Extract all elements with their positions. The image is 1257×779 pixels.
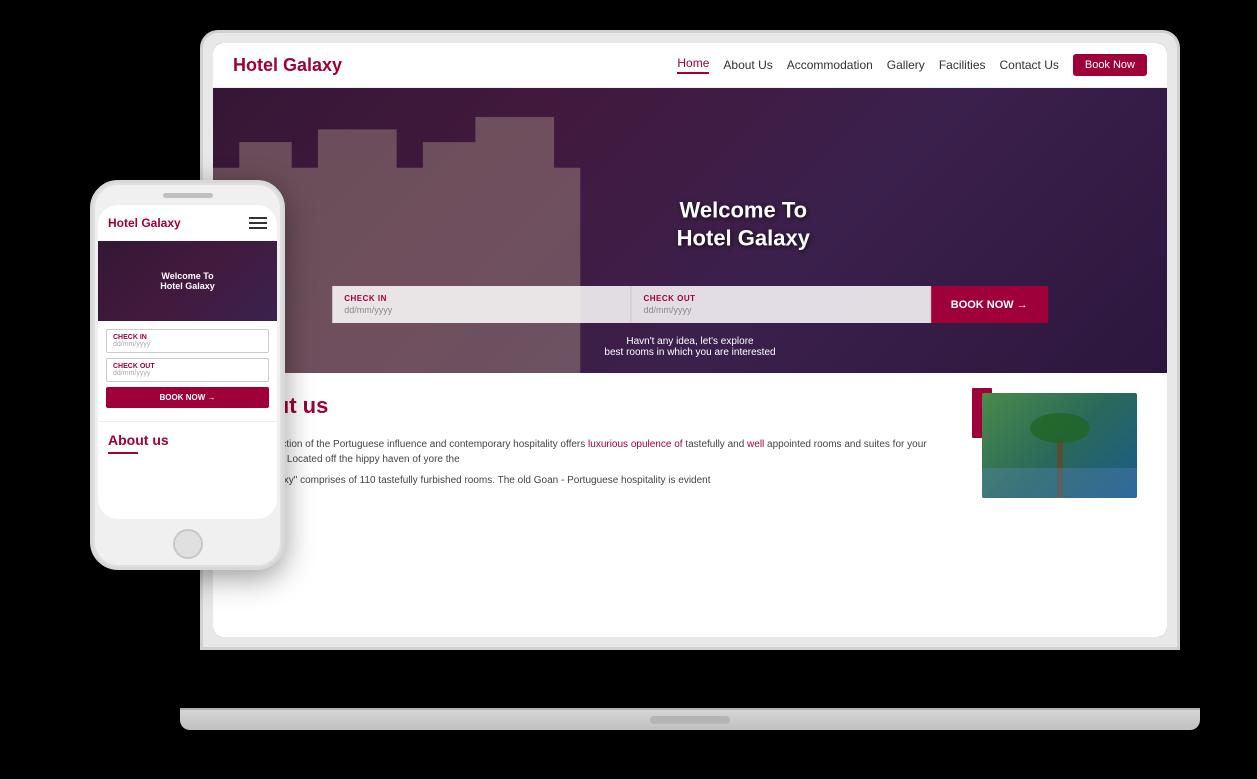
laptop-checkin-field[interactable]: CHECK IN dd/mm/yyyy [332, 286, 631, 323]
hamburger-line-1 [249, 217, 267, 219]
hero-text-box: Welcome To Hotel Galaxy [677, 196, 810, 253]
laptop-base [180, 708, 1200, 730]
phone-home-button[interactable] [173, 529, 203, 559]
laptop-body: Hotel Galaxy Home About Us Accommodation… [200, 30, 1180, 650]
nav-item-home[interactable]: Home [677, 56, 709, 74]
laptop-website: Hotel Galaxy Home About Us Accommodation… [213, 43, 1167, 637]
phone-checkout-label: CHECK OUT [113, 363, 262, 370]
nav-item-contact[interactable]: Contact Us [1000, 58, 1059, 72]
about-text: About us A true reflection of the Portug… [233, 393, 952, 617]
nav-item-accommodation[interactable]: Accommodation [787, 58, 873, 72]
laptop-checkout-field[interactable]: CHECK OUT dd/mm/yyyy [632, 286, 931, 323]
nav-item-gallery[interactable]: Gallery [887, 58, 925, 72]
phone-booking: CHECK IN dd/mm/yyyy CHECK OUT dd/mm/yyyy… [98, 321, 277, 416]
phone-logo: Hotel Galaxy [108, 216, 181, 230]
phone-book-now-button[interactable]: BOOK NOW → [106, 387, 269, 408]
laptop-nav: Hotel Galaxy Home About Us Accommodation… [213, 43, 1167, 88]
checkout-label: CHECK OUT [644, 294, 918, 303]
scene: Hotel Galaxy Home About Us Accommodation… [0, 0, 1257, 779]
about-image [972, 393, 1147, 508]
checkout-value: dd/mm/yyyy [644, 305, 918, 315]
phone-hamburger-button[interactable] [249, 217, 267, 229]
about-para2: "Hotel Galaxy" comprises of 110 tasteful… [233, 473, 952, 488]
phone-body: Hotel Galaxy Welcome To Hotel Galaxy [90, 180, 285, 570]
hamburger-line-3 [249, 227, 267, 229]
phone-checkin-value: dd/mm/yyyy [113, 341, 262, 348]
phone-checkin-field[interactable]: CHECK IN dd/mm/yyyy [106, 329, 269, 353]
laptop-book-now-button[interactable]: BOOK NOW → [931, 286, 1048, 323]
laptop-logo: Hotel Galaxy [233, 55, 342, 76]
phone-device: Hotel Galaxy Welcome To Hotel Galaxy [90, 180, 285, 570]
nav-book-now-button[interactable]: Book Now [1073, 54, 1147, 76]
hero-title: Welcome To Hotel Galaxy [677, 196, 810, 253]
phone-checkout-value: dd/mm/yyyy [113, 370, 262, 377]
checkin-label: CHECK IN [344, 294, 618, 303]
about-heading: About us [233, 393, 952, 419]
laptop-hero: Welcome To Hotel Galaxy CHECK IN dd/mm/y… [213, 88, 1167, 373]
phone-checkin-label: CHECK IN [113, 334, 262, 341]
nav-item-facilities[interactable]: Facilities [939, 58, 986, 72]
laptop-device: Hotel Galaxy Home About Us Accommodation… [200, 30, 1180, 730]
phone-about-heading: About us [108, 432, 267, 448]
nav-item-about[interactable]: About Us [723, 58, 772, 72]
phone-speaker [163, 193, 213, 198]
phone-about-underline [108, 452, 138, 454]
about-image-main [982, 393, 1137, 498]
laptop-nav-links: Home About Us Accommodation Gallery Faci… [677, 54, 1147, 76]
laptop-screen-bezel: Hotel Galaxy Home About Us Accommodation… [213, 43, 1167, 637]
laptop-booking-bar: CHECK IN dd/mm/yyyy CHECK OUT dd/mm/yyyy… [332, 286, 1048, 323]
about-para1: A true reflection of the Portuguese infl… [233, 437, 952, 467]
phone-about-section: About us [98, 421, 277, 464]
palm-leaves [1030, 413, 1090, 443]
phone-screen: Hotel Galaxy Welcome To Hotel Galaxy [98, 205, 277, 519]
hamburger-line-2 [249, 222, 267, 224]
phone-checkout-field[interactable]: CHECK OUT dd/mm/yyyy [106, 358, 269, 382]
laptop-about-section: About us A true reflection of the Portug… [213, 373, 1167, 637]
phone-hero: Welcome To Hotel Galaxy [98, 241, 277, 321]
checkin-value: dd/mm/yyyy [344, 305, 618, 315]
phone-nav: Hotel Galaxy [98, 205, 277, 241]
phone-hero-text: Welcome To Hotel Galaxy [160, 271, 215, 291]
hero-tagline: Havn't any idea, let's explore best room… [213, 336, 1167, 358]
pool-reflection [982, 468, 1137, 498]
